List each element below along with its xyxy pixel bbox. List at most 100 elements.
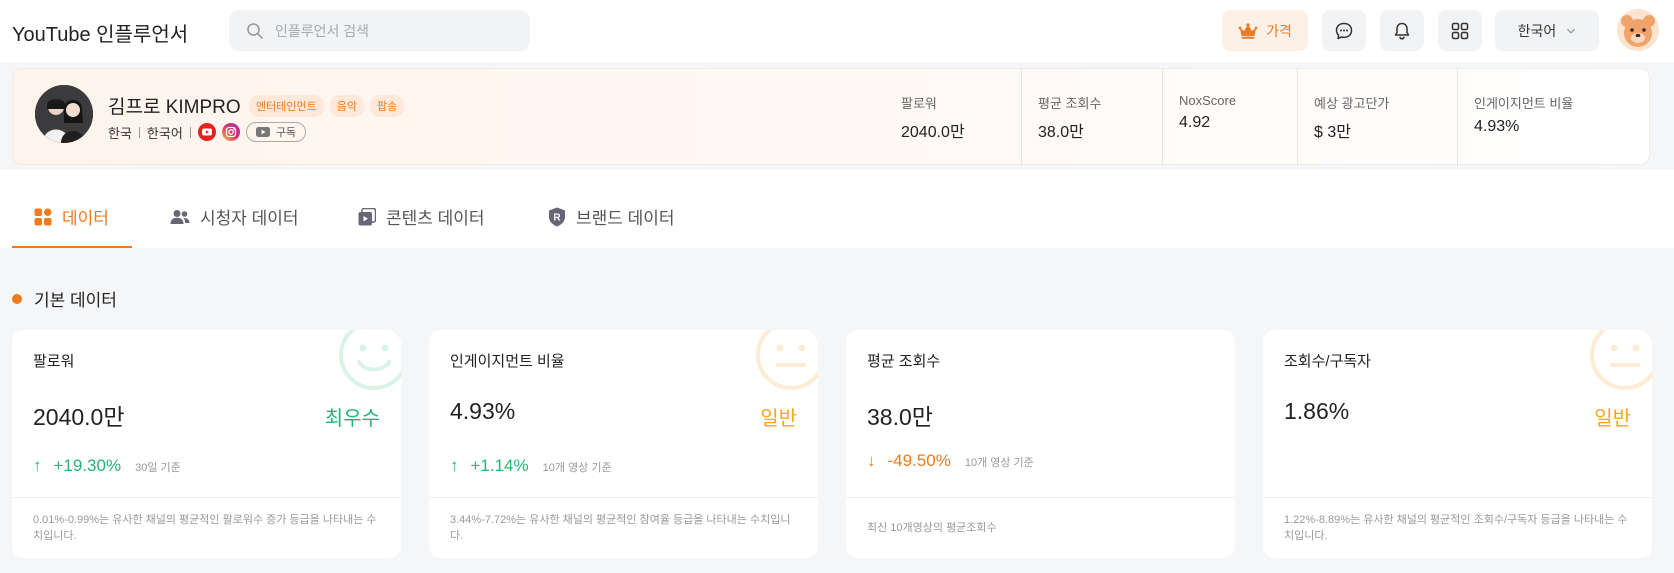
users-icon [170, 209, 190, 224]
youtube-icon[interactable] [197, 123, 216, 141]
card-change: ↑ +19.30% 30일 기준 [33, 456, 181, 476]
stat-followers: 팔로워 2040.0만 [885, 69, 1021, 166]
price-button[interactable]: 가격 [1222, 10, 1308, 51]
svg-text:R: R [553, 212, 561, 223]
divider [846, 497, 1235, 498]
divider [12, 497, 401, 498]
crown-icon [1238, 22, 1258, 39]
card-title: 평균 조회수 [867, 353, 941, 370]
change-basis: 30일 기준 [135, 462, 181, 474]
card-value: 38.0만 [867, 404, 933, 430]
tab-label: 데이터 [62, 209, 109, 228]
brand-shield-icon: R [549, 207, 565, 226]
search-box[interactable] [229, 10, 530, 51]
change-percent: -49.50% [887, 451, 951, 470]
divider [1263, 497, 1652, 498]
card-value: 4.93% [450, 398, 516, 424]
card-description: 최신 10개영상의 평균조회수 [867, 522, 997, 534]
card-description: 1.22%-8.89%는 유사한 채널의 평균적인 조회수/구독자 등급을 나타… [1284, 514, 1628, 542]
stat-label: NoxScore [1179, 93, 1237, 108]
stat-label: 평균 조회수 [1038, 96, 1102, 111]
instagram-icon[interactable] [221, 123, 240, 141]
bear-avatar-icon [1617, 9, 1659, 51]
card-value: 2040.0만 [33, 404, 125, 430]
stat-noxscore: NoxScore 4.92 [1162, 69, 1297, 166]
stat-value: 4.92 [1179, 114, 1211, 131]
metric-card-followers: 팔로워 2040.0만 최우수 ↑ +19.30% 30일 기준 0.01%-0… [12, 330, 401, 558]
chat-icon [1335, 22, 1353, 39]
profile-avatar[interactable] [35, 85, 93, 143]
video-stack-icon [358, 207, 376, 225]
category-tag[interactable]: 음악 [329, 95, 364, 117]
stat-avg-views: 평균 조회수 38.0만 [1021, 69, 1162, 166]
user-avatar[interactable] [1617, 9, 1659, 51]
card-grade: 일반 [760, 408, 797, 430]
tab-bar: 데이터 시청자 데이터 콘텐츠 데이터 R 브랜드 데이터 [0, 170, 1674, 248]
divider [189, 126, 191, 138]
metric-card-avg-views: 평균 조회수 38.0만 ↓ -49.50% 10개 영상 기준 최신 10개영… [846, 330, 1235, 558]
card-title: 팔로워 [33, 353, 75, 370]
search-input[interactable] [275, 10, 515, 51]
stat-value: 2040.0만 [901, 124, 965, 141]
message-button[interactable] [1322, 10, 1366, 51]
grid-icon [1451, 22, 1469, 39]
stat-value: $ 3만 [1314, 124, 1351, 141]
divider [138, 126, 140, 138]
tab-content-data[interactable]: 콘텐츠 데이터 [358, 204, 485, 229]
top-bar: YouTube 인플루언서 가격 [0, 0, 1674, 62]
stat-value: 4.93% [1474, 118, 1520, 135]
language-label: 한국어 [146, 125, 183, 141]
metric-card-engagement: 인게이지먼트 비율 4.93% 일반 ↑ +1.14% 10개 영상 기준 3.… [429, 330, 818, 558]
stat-ad-price: 예상 광고단가 $ 3만 [1297, 69, 1457, 166]
subscribe-button[interactable]: 구독 [245, 122, 307, 142]
subscribe-label: 구독 [275, 127, 297, 139]
apps-button[interactable] [1438, 10, 1482, 51]
divider [429, 497, 818, 498]
arrow-down-icon: ↓ [867, 451, 876, 470]
card-grade: 일반 [1594, 408, 1631, 430]
stat-label: 팔로워 [901, 96, 937, 111]
card-title: 조회수/구독자 [1284, 353, 1371, 370]
country-label: 한국 [108, 125, 132, 141]
tab-label: 시청자 데이터 [200, 209, 299, 228]
notification-button[interactable] [1380, 10, 1424, 51]
smiley-face-icon [339, 330, 401, 390]
change-basis: 10개 영상 기준 [964, 457, 1034, 469]
app-title[interactable]: YouTube 인플루언서 [12, 18, 188, 47]
card-title: 인게이지먼트 비율 [450, 353, 565, 370]
language-selector[interactable]: 한국어 [1495, 10, 1599, 51]
profile-photo-icon [35, 85, 93, 143]
price-label: 가격 [1266, 22, 1292, 39]
change-percent: +1.14% [470, 456, 529, 475]
card-description: 0.01%-0.99%는 유사한 채널의 평균적인 팔로워수 증가 등급을 나타… [33, 514, 377, 542]
category-tag[interactable]: 엔터테인먼트 [249, 95, 324, 117]
stat-label: 예상 광고단가 [1314, 96, 1390, 111]
card-grade: 최우수 [324, 408, 380, 430]
tab-data[interactable]: 데이터 [34, 204, 109, 229]
active-tab-indicator [12, 246, 132, 248]
section-title-label: 기본 데이터 [34, 291, 117, 310]
search-icon [247, 23, 263, 39]
change-percent: +19.30% [53, 456, 122, 475]
stat-engagement: 인게이지먼트 비율 4.93% [1457, 69, 1637, 166]
language-label: 한국어 [1517, 22, 1557, 39]
category-tag[interactable]: 팝송 [369, 95, 405, 117]
stat-label: 인게이지먼트 비율 [1474, 96, 1574, 111]
card-change: ↓ -49.50% 10개 영상 기준 [867, 451, 1034, 471]
play-icon [255, 127, 270, 137]
profile-meta: 한국 한국어 구독 [108, 122, 307, 142]
chevron-down-icon [1567, 28, 1576, 34]
tab-audience-data[interactable]: 시청자 데이터 [170, 204, 299, 229]
neutral-face-icon [1590, 330, 1652, 390]
profile-stats: 팔로워 2040.0만 평균 조회수 38.0만 NoxScore 4.92 예… [885, 69, 1637, 166]
tab-brand-data[interactable]: R 브랜드 데이터 [548, 204, 675, 229]
neutral-face-icon [756, 330, 818, 390]
influencer-name: 김프로 KIMPRO [108, 97, 241, 118]
dashboard-icon [34, 208, 52, 225]
stat-value: 38.0만 [1038, 124, 1084, 141]
change-basis: 10개 영상 기준 [542, 462, 612, 474]
card-value: 1.86% [1284, 398, 1350, 424]
bell-icon [1394, 22, 1410, 40]
arrow-up-icon: ↑ [33, 456, 42, 475]
tab-label: 브랜드 데이터 [576, 209, 675, 228]
